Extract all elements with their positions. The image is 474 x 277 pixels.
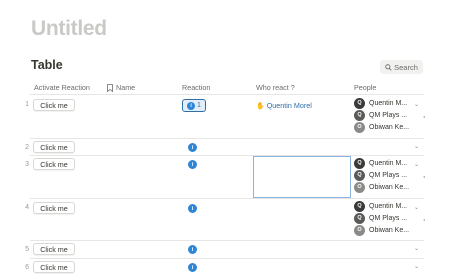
avatar: Q [354,169,365,181]
person-name: QM Plays ... [369,214,408,222]
separator: , [423,214,426,222]
reaction-icon: i [187,101,196,110]
column-label: Reaction [182,83,211,92]
click-me-button[interactable]: Click me [33,261,75,273]
row-number: 4 [25,204,29,211]
page-title[interactable]: Untitled [31,17,107,41]
person-name: QM Plays ... [369,111,408,119]
avatar: Q [354,97,365,109]
reaction-button[interactable]: i [188,160,197,169]
reaction-toggle[interactable]: i 1 [182,99,206,112]
person-name: Quentin M... [369,159,408,167]
who-react-cell[interactable]: ✋ Quentin Morel [256,101,312,110]
reaction-button[interactable]: i [188,204,197,213]
avatar: O [354,181,365,193]
person-name: Obiwan Ke... [369,226,410,234]
divider [30,138,424,139]
row-number: 1 [25,101,29,108]
click-me-button[interactable]: Click me [33,99,75,111]
column-who-react[interactable]: Who react ? [256,83,295,92]
column-people[interactable]: People [354,83,376,92]
chevron-down-icon[interactable]: ⌄ [414,161,419,168]
reaction-count: 1 [197,102,201,109]
column-name[interactable]: Name [107,83,135,92]
person-name: Obiwan Ke... [369,183,410,191]
reaction-button[interactable]: i [188,245,197,254]
column-activate-reaction[interactable]: Activate Reaction [34,83,90,92]
row-number: 3 [25,161,29,168]
avatar: O [354,224,365,236]
row-number: 5 [25,246,29,253]
column-label: Name [116,83,136,92]
divider [30,198,424,199]
avatar: Q [354,212,365,224]
person-name: QM Plays ... [369,171,408,179]
hand-icon: ✋ [256,102,265,110]
divider [30,240,424,241]
who-react-cell-selected[interactable] [253,156,351,198]
divider [30,94,424,95]
person-name: Quentin M... [369,99,408,107]
click-me-button[interactable]: Click me [33,243,75,255]
separator: , [423,171,426,179]
search-label: Search [394,62,418,72]
reaction-button[interactable]: i [188,263,197,272]
person-name: Obiwan Ke... [369,123,410,131]
column-label: Who react ? [256,83,295,92]
click-me-button[interactable]: Click me [33,158,75,170]
person-name: Quentin M... [369,202,408,210]
chevron-down-icon[interactable]: ⌄ [414,101,419,108]
avatar: Q [354,157,365,169]
column-reaction[interactable]: Reaction [182,83,210,92]
chevron-down-icon[interactable]: ⌄ [414,245,419,252]
chevron-down-icon[interactable]: ⌄ [414,143,419,150]
bookmark-icon [107,83,113,92]
table-title[interactable]: Table [31,58,63,72]
row-number: 2 [25,144,29,151]
divider [30,258,424,259]
chevron-down-icon[interactable]: ⌄ [414,204,419,211]
click-me-button[interactable]: Click me [33,202,75,214]
column-label: People [354,83,377,92]
search-icon [385,63,392,71]
table-header: Activate Reaction Name Reaction Who reac… [0,81,474,93]
avatar: Q [354,200,365,212]
avatar: Q [354,109,365,121]
who-react-name[interactable]: Quentin Morel [267,101,312,110]
separator: , [423,111,426,119]
reaction-button[interactable]: i [188,143,197,152]
divider [30,155,424,156]
column-label: Activate Reaction [34,83,90,92]
row-number: 6 [25,264,29,271]
avatar: O [354,121,365,133]
search-button[interactable]: Search [380,60,423,74]
chevron-down-icon[interactable]: ⌄ [414,263,419,270]
click-me-button[interactable]: Click me [33,141,75,153]
